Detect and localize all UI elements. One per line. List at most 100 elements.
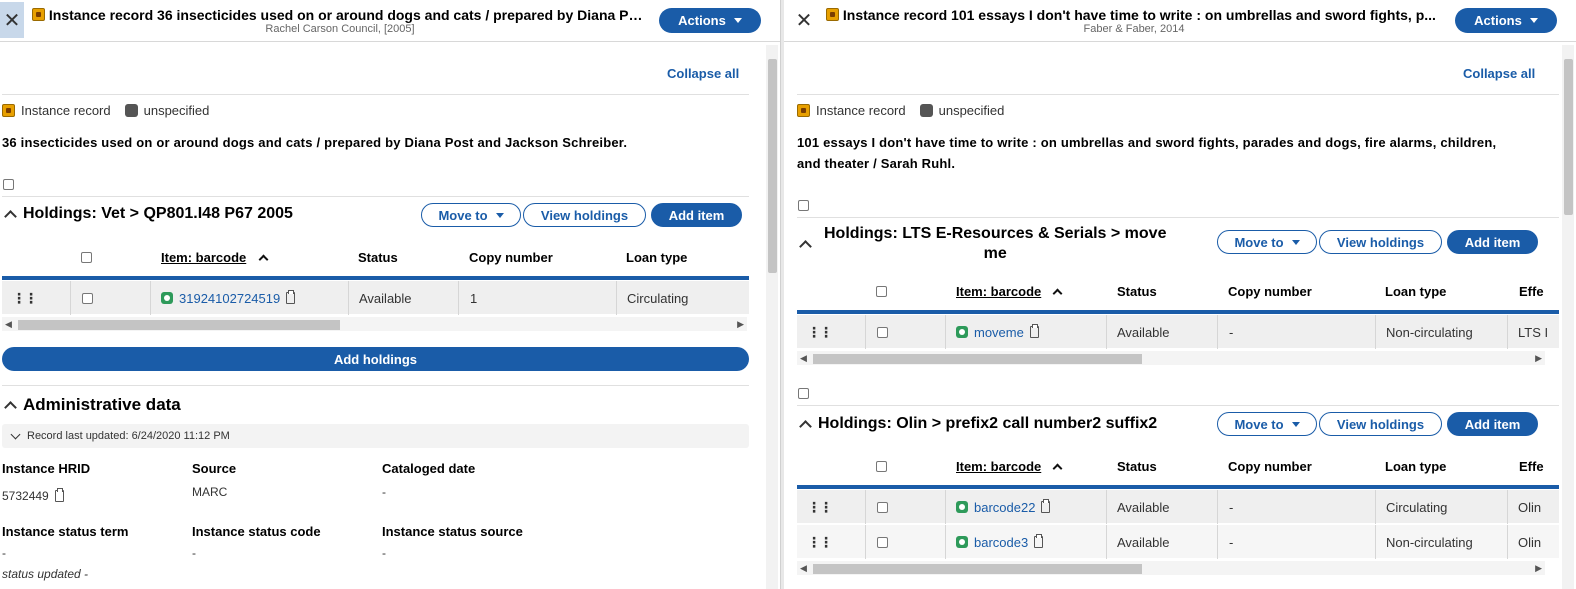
item-icon: [956, 501, 968, 513]
chevron-up-icon: [4, 210, 17, 223]
column-header-copy-number[interactable]: Copy number: [469, 250, 553, 265]
table-row[interactable]: ⋮⋮ barcode22 Available - Circulating Oli…: [797, 490, 1559, 524]
drag-handle-icon[interactable]: ⋮⋮: [807, 315, 833, 349]
actions-button[interactable]: Actions: [659, 8, 761, 33]
row-checkbox[interactable]: [82, 292, 93, 304]
pane-subtitle: Faber & Faber, 2014: [1083, 23, 1185, 35]
administrative-data-accordion[interactable]: Administrative data: [4, 395, 181, 415]
status-cell: Available: [1106, 315, 1217, 349]
source-icon: [919, 104, 933, 117]
barcode-link[interactable]: 31924102724519: [179, 291, 280, 306]
add-item-button[interactable]: Add item: [651, 203, 742, 227]
horizontal-scrollbar[interactable]: ◀ ▶: [2, 317, 747, 331]
add-item-button[interactable]: Add item: [1447, 412, 1538, 436]
barcode-link[interactable]: barcode3: [974, 535, 1028, 550]
column-header-status[interactable]: Status: [1117, 459, 1157, 474]
table-header-divider: [797, 310, 1559, 314]
horizontal-scrollbar[interactable]: ◀ ▶: [797, 561, 1545, 575]
status-cell: Available: [348, 281, 458, 315]
close-icon[interactable]: ✕: [792, 2, 816, 38]
collapse-all-button[interactable]: Collapse all: [1463, 66, 1535, 81]
column-header-copy-number[interactable]: Copy number: [1228, 284, 1312, 299]
loan-type-cell: Non-circulating: [1375, 315, 1507, 349]
field-value-instance-hrid: 5732449: [2, 488, 64, 503]
move-to-button[interactable]: Move to: [1217, 230, 1317, 254]
scrollbar-thumb[interactable]: [813, 354, 1142, 364]
record-last-updated[interactable]: Record last updated: 6/24/2020 11:12 PM: [2, 424, 749, 448]
scrollbar-thumb[interactable]: [1564, 59, 1573, 215]
scrollbar-thumb[interactable]: [768, 59, 777, 273]
move-to-button[interactable]: Move to: [1217, 412, 1317, 436]
holdings-accordion-header[interactable]: Holdings: Vet > QP801.I48 P67 2005: [4, 205, 293, 223]
scroll-right-arrow: ▶: [1535, 353, 1542, 363]
holdings-accordion-header[interactable]: Holdings: Olin > prefix2 call number2 su…: [799, 415, 1157, 433]
copy-icon[interactable]: [1041, 499, 1051, 513]
select-all-checkbox[interactable]: [876, 461, 887, 472]
scrollbar-thumb[interactable]: [813, 564, 1142, 574]
column-header-copy-number[interactable]: Copy number: [1228, 459, 1312, 474]
row-checkbox[interactable]: [877, 501, 888, 513]
view-holdings-button[interactable]: View holdings: [1319, 230, 1442, 254]
column-header-loan-type[interactable]: Loan type: [1385, 284, 1446, 299]
actions-button[interactable]: Actions: [1455, 8, 1557, 33]
column-header-loan-type[interactable]: Loan type: [1385, 459, 1446, 474]
field-label-source: Source: [192, 461, 237, 476]
copy-icon[interactable]: [286, 290, 296, 304]
item-icon: [956, 536, 968, 548]
chevron-down-icon: [733, 18, 742, 23]
copy-icon[interactable]: [54, 488, 64, 502]
table-row[interactable]: ⋮⋮ 31924102724519 Available 1 Circulatin…: [2, 281, 749, 315]
column-header-status[interactable]: Status: [1117, 284, 1157, 299]
barcode-link[interactable]: barcode22: [974, 500, 1035, 515]
chevron-up-icon: [4, 401, 17, 414]
table-row[interactable]: ⋮⋮ barcode3 Available - Non-circulating …: [797, 525, 1559, 559]
move-to-button[interactable]: Move to: [421, 203, 521, 227]
view-holdings-button[interactable]: View holdings: [523, 203, 646, 227]
holdings-accordion-header[interactable]: Holdings: LTS E-Resources & Serials > mo…: [799, 224, 1166, 264]
holdings-select-checkbox[interactable]: [798, 200, 809, 211]
add-item-button[interactable]: Add item: [1447, 230, 1538, 254]
column-header-barcode[interactable]: Item: barcode: [161, 250, 246, 265]
scroll-right-arrow: ▶: [1535, 563, 1542, 573]
holdings-select-checkbox[interactable]: [3, 179, 14, 190]
chevron-down-icon: [1291, 421, 1300, 427]
vertical-scrollbar[interactable]: [766, 45, 778, 589]
row-checkbox[interactable]: [877, 536, 888, 548]
add-holdings-button[interactable]: Add holdings: [2, 347, 749, 371]
status-cell: Available: [1106, 525, 1217, 559]
record-badges: Instance record unspecified: [797, 103, 1004, 118]
select-all-checkbox[interactable]: [81, 252, 92, 263]
close-icon[interactable]: ✕: [0, 2, 24, 38]
column-header-effective-location[interactable]: Effe: [1519, 459, 1544, 474]
column-header-barcode[interactable]: Item: barcode: [956, 284, 1041, 299]
left-pane: ✕ Instance record 36 insecticides used o…: [0, 0, 780, 589]
effective-location-cell: LTS I: [1507, 315, 1559, 349]
column-header-effective-location[interactable]: Effe: [1519, 284, 1544, 299]
drag-handle-icon[interactable]: ⋮⋮: [12, 281, 38, 315]
drag-handle-icon[interactable]: ⋮⋮: [807, 490, 833, 524]
vertical-scrollbar[interactable]: [1562, 45, 1574, 589]
copy-number-cell: -: [1217, 490, 1375, 524]
instance-record-icon: [32, 8, 45, 21]
column-header-status[interactable]: Status: [358, 250, 398, 265]
collapse-all-button[interactable]: Collapse all: [667, 66, 739, 81]
column-header-barcode[interactable]: Item: barcode: [956, 459, 1041, 474]
scrollbar-thumb[interactable]: [18, 320, 340, 330]
field-value-status-source: -: [382, 546, 386, 560]
copy-icon[interactable]: [1034, 534, 1044, 548]
column-header-loan-type[interactable]: Loan type: [626, 250, 687, 265]
item-icon: [161, 292, 173, 304]
divider: [2, 196, 749, 197]
copy-icon[interactable]: [1029, 324, 1039, 338]
table-header-divider: [797, 485, 1559, 489]
barcode-cell: barcode22: [945, 490, 1106, 524]
barcode-link[interactable]: moveme: [974, 325, 1024, 340]
select-all-checkbox[interactable]: [876, 286, 887, 297]
table-row[interactable]: ⋮⋮ moveme Available - Non-circulating LT…: [797, 315, 1559, 349]
view-holdings-button[interactable]: View holdings: [1319, 412, 1442, 436]
drag-handle-icon[interactable]: ⋮⋮: [807, 525, 833, 559]
horizontal-scrollbar[interactable]: ◀ ▶: [797, 351, 1545, 365]
field-value-status-code: -: [192, 546, 196, 560]
holdings-select-checkbox[interactable]: [798, 388, 809, 399]
row-checkbox[interactable]: [877, 326, 888, 338]
